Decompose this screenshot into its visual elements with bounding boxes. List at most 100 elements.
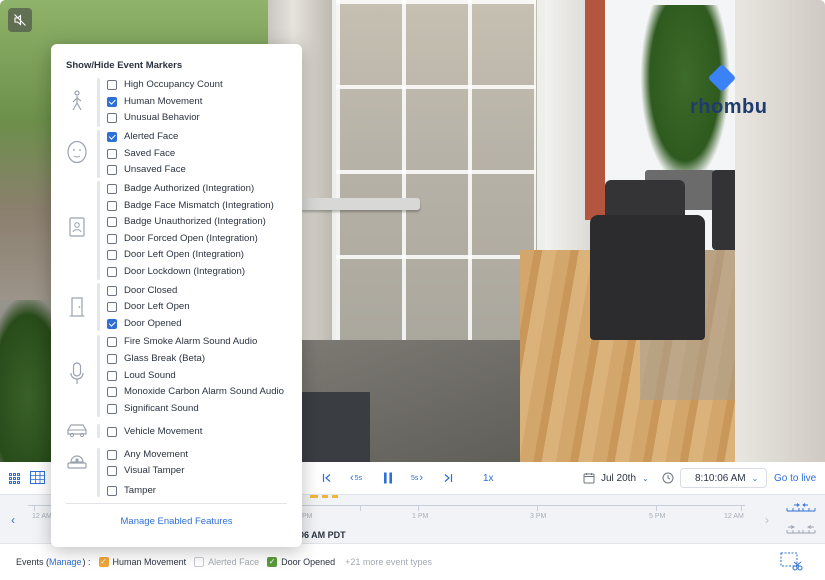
event-chip-door-opened[interactable]: ✓ Door Opened xyxy=(267,557,335,567)
checkbox[interactable] xyxy=(107,79,117,90)
go-to-live-link[interactable]: Go to live xyxy=(774,462,816,494)
grid-view-button[interactable] xyxy=(9,462,20,494)
timeline-event-marker[interactable] xyxy=(310,495,318,498)
event-chip-human-movement[interactable]: ✓ Human Movement xyxy=(98,557,187,567)
checkbox[interactable] xyxy=(107,485,117,496)
checkbox[interactable] xyxy=(107,249,117,260)
popover-title: Show/Hide Event Markers xyxy=(66,60,183,71)
checkbox-checked[interactable] xyxy=(107,131,117,142)
event-chip-label: Human Movement xyxy=(112,557,187,567)
timeline-current-time: :06 AM PDT xyxy=(296,530,346,540)
option-door-left-open[interactable]: Door Left Open xyxy=(107,299,190,314)
layout-icon xyxy=(30,471,45,484)
microphone-icon xyxy=(65,362,89,386)
timeline-tick-label: PM xyxy=(302,513,313,520)
chevron-left-icon: ‹ xyxy=(11,513,15,527)
skip-to-start-button[interactable] xyxy=(322,462,332,494)
scene-brick-column xyxy=(585,0,607,220)
person-walking-icon xyxy=(65,89,89,113)
option-label: Badge Authorized (Integration) xyxy=(124,183,255,194)
zoom-in-button[interactable] xyxy=(783,499,819,517)
checkbox[interactable] xyxy=(107,426,117,437)
timeline-event-marker[interactable] xyxy=(332,495,338,498)
option-label: Door Forced Open (Integration) xyxy=(124,233,258,244)
option-human-movement[interactable]: Human Movement xyxy=(107,94,202,109)
time-picker[interactable]: 8:10:06 AM ⌄ xyxy=(662,462,768,494)
option-unusual-behavior[interactable]: Unusual Behavior xyxy=(107,110,200,125)
checkbox[interactable] xyxy=(107,200,117,211)
option-glass-break[interactable]: Glass Break (Beta) xyxy=(107,351,205,366)
date-picker[interactable]: Jul 20th ⌄ xyxy=(583,462,649,494)
checkbox[interactable] xyxy=(107,183,117,194)
checkbox[interactable] xyxy=(107,216,117,227)
checkbox[interactable] xyxy=(107,112,117,123)
option-label: Badge Face Mismatch (Integration) xyxy=(124,200,274,211)
wall-logo-text: rhombu xyxy=(690,96,768,118)
checkbox[interactable] xyxy=(107,370,117,381)
checkbox[interactable] xyxy=(107,301,117,312)
zoom-out-button[interactable] xyxy=(783,521,819,539)
checkbox[interactable] xyxy=(107,164,117,175)
manage-enabled-features-link[interactable]: Manage Enabled Features xyxy=(51,516,302,527)
checkbox[interactable] xyxy=(107,449,117,460)
option-label: Vehicle Movement xyxy=(124,426,203,437)
time-field[interactable]: 8:10:06 AM ⌄ xyxy=(680,468,768,488)
option-door-lockdown[interactable]: Door Lockdown (Integration) xyxy=(107,264,245,279)
option-door-opened[interactable]: Door Opened xyxy=(107,316,182,331)
option-label: Human Movement xyxy=(124,96,203,107)
option-badge-authorized[interactable]: Badge Authorized (Integration) xyxy=(107,181,254,196)
timeline-tick-label: 1 PM xyxy=(412,513,429,520)
timeline-tick-label: 5 PM xyxy=(649,513,666,520)
zoom-out-icon xyxy=(786,525,816,534)
manage-events-link[interactable]: Manage xyxy=(49,557,82,567)
option-vehicle-movement[interactable]: Vehicle Movement xyxy=(107,424,202,439)
checkbox[interactable] xyxy=(107,336,117,347)
option-high-occupancy-count[interactable]: High Occupancy Count xyxy=(107,77,223,92)
option-door-left-open-integration[interactable]: Door Left Open (Integration) xyxy=(107,247,244,262)
layout-view-button[interactable] xyxy=(30,462,50,494)
option-fire-smoke-alarm[interactable]: Fire Smoke Alarm Sound Audio xyxy=(107,334,257,349)
scene-potted-plant xyxy=(640,5,730,185)
option-carbon-monoxide-alarm[interactable]: Monoxide Carbon Alarm Sound Audio xyxy=(107,384,284,399)
timeline-event-marker[interactable] xyxy=(322,495,328,498)
checkbox-checked[interactable] xyxy=(107,96,117,107)
option-saved-face[interactable]: Saved Face xyxy=(107,146,175,161)
checkbox[interactable] xyxy=(107,386,117,397)
timeline-forward-button[interactable]: › xyxy=(756,495,778,545)
skip-to-end-button[interactable] xyxy=(443,462,453,494)
option-door-closed[interactable]: Door Closed xyxy=(107,283,177,298)
checkbox-unchecked-icon xyxy=(194,557,205,567)
skip-forward-button[interactable]: 5s › xyxy=(411,462,423,494)
option-alerted-face[interactable]: Alerted Face xyxy=(107,129,178,144)
more-event-types-link[interactable]: +21 more event types xyxy=(345,557,432,567)
checkbox-checked[interactable] xyxy=(107,318,117,329)
option-loud-sound[interactable]: Loud Sound xyxy=(107,368,176,383)
option-visual-tamper[interactable]: Visual Tamper xyxy=(107,463,184,478)
events-label-suffix: ) : xyxy=(82,557,91,567)
option-label: Any Movement xyxy=(124,449,188,460)
checkbox[interactable] xyxy=(107,285,117,296)
mute-button[interactable] xyxy=(8,8,32,32)
checkbox[interactable] xyxy=(107,353,117,364)
checkbox[interactable] xyxy=(107,233,117,244)
clip-selection-button[interactable] xyxy=(780,552,804,572)
timeline-back-button[interactable]: ‹ xyxy=(2,495,24,545)
event-chip-alerted-face[interactable]: Alerted Face xyxy=(194,557,259,567)
option-badge-unauthorized[interactable]: Badge Unauthorized (Integration) xyxy=(107,214,266,229)
skip-back-button[interactable]: ‹ 5s xyxy=(350,462,362,494)
option-any-movement[interactable]: Any Movement xyxy=(107,447,188,462)
pause-button[interactable] xyxy=(383,462,393,494)
checkbox[interactable] xyxy=(107,403,117,414)
checkbox[interactable] xyxy=(107,266,117,277)
checkbox[interactable] xyxy=(107,465,117,476)
option-significant-sound[interactable]: Significant Sound xyxy=(107,401,199,416)
option-badge-face-mismatch[interactable]: Badge Face Mismatch (Integration) xyxy=(107,198,274,213)
option-tamper[interactable]: Tamper xyxy=(107,483,156,498)
option-label: Unsaved Face xyxy=(124,164,186,175)
playback-speed-button[interactable]: 1x xyxy=(483,462,494,494)
option-unsaved-face[interactable]: Unsaved Face xyxy=(107,162,186,177)
scene-right-wall xyxy=(735,0,825,462)
checkbox[interactable] xyxy=(107,148,117,159)
option-door-forced-open[interactable]: Door Forced Open (Integration) xyxy=(107,231,258,246)
option-label: Loud Sound xyxy=(124,370,176,381)
